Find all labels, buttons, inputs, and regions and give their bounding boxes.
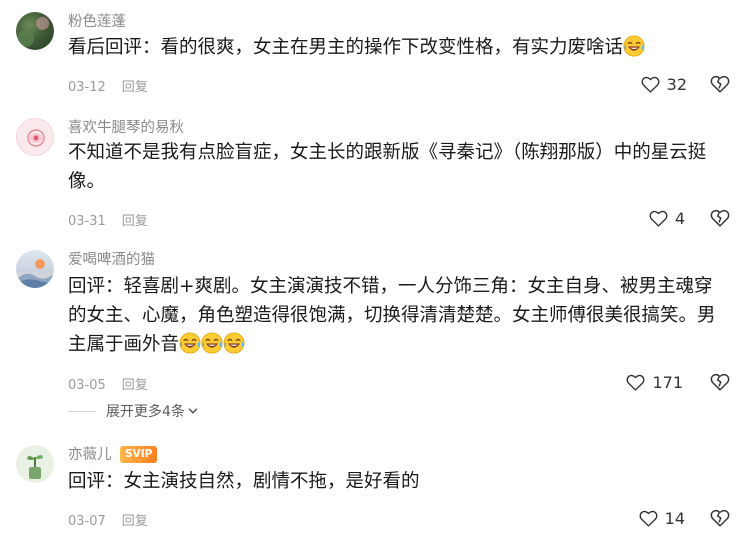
reply-button[interactable]: 回复 [122, 214, 148, 229]
like-button[interactable]: 14 [638, 507, 685, 529]
comment-meta: 03-12 回复 [68, 76, 148, 95]
reply-button[interactable]: 回复 [122, 514, 148, 529]
like-button[interactable]: 4 [648, 207, 685, 229]
heart-outline-icon [625, 372, 646, 393]
comment-date: 03-12 [68, 80, 106, 95]
expand-divider [68, 411, 96, 412]
reply-button[interactable]: 回复 [122, 80, 148, 95]
laughing-tears-emoji-icon [223, 332, 245, 354]
like-count: 4 [674, 208, 685, 228]
flower-icon [27, 129, 45, 147]
like-count: 32 [666, 74, 687, 94]
comment-text: 回评：女主演技自然，剧情不拖，是好看的 [68, 467, 724, 496]
avatar[interactable] [16, 250, 54, 288]
like-count: 171 [652, 372, 683, 392]
username[interactable]: 粉色莲蓬 [68, 10, 126, 31]
landscape-icon [16, 259, 54, 288]
plant-icon [27, 455, 43, 479]
chevron-down-icon [188, 408, 198, 414]
broken-heart-icon[interactable] [709, 507, 731, 529]
comment-date: 03-31 [68, 214, 106, 229]
avatar[interactable] [16, 12, 54, 50]
comment-meta: 03-31 回复 [68, 210, 148, 229]
heart-outline-icon [648, 208, 669, 229]
comment-text: 回评：轻喜剧+爽剧。女主演演技不错，一人分饰三角：女主自身、被男主魂穿的女主、心… [68, 272, 724, 359]
laughing-tears-emoji-icon [201, 332, 223, 354]
comment-body: 回评：女主演技自然，剧情不拖，是好看的 [68, 471, 420, 492]
like-count: 14 [664, 508, 685, 528]
comment-item: 喜欢牛腿琴的易秋 不知道不是我有点脸盲症，女主长的跟新版《寻秦记》（陈翔那版）中… [0, 110, 747, 240]
reply-button[interactable]: 回复 [122, 378, 148, 393]
laughing-tears-emoji-icon [623, 35, 645, 57]
username[interactable]: 亦薇儿 [68, 443, 112, 464]
expand-label: 展开更多4条 [106, 404, 185, 420]
comment-date: 03-07 [68, 514, 106, 529]
broken-heart-icon[interactable] [709, 73, 731, 95]
heart-outline-icon [640, 74, 661, 95]
comment-body: 不知道不是我有点脸盲症，女主长的跟新版《寻秦记》（陈翔那版）中的星云挺像。 [68, 142, 707, 192]
comment-item: 爱喝啤酒的猫 回评：轻喜剧+爽剧。女主演演技不错，一人分饰三角：女主自身、被男主… [0, 240, 747, 435]
username[interactable]: 爱喝啤酒的猫 [68, 248, 155, 269]
expand-replies-button[interactable]: 展开更多4条 [106, 401, 199, 421]
like-button[interactable]: 32 [640, 73, 687, 95]
avatar[interactable] [16, 118, 54, 156]
comment-body: 看后回评：看的很爽，女主在男主的操作下改变性格，有实力废啥话 [68, 37, 624, 58]
comment-body: 回评：轻喜剧+爽剧。女主演演技不错，一人分饰三角：女主自身、被男主魂穿的女主、心… [68, 276, 716, 355]
laughing-tears-emoji-icon [179, 332, 201, 354]
comment-text: 看后回评：看的很爽，女主在男主的操作下改变性格，有实力废啥话 [68, 33, 724, 62]
broken-heart-icon[interactable] [709, 371, 731, 393]
comment-item: 粉色莲蓬 看后回评：看的很爽，女主在男主的操作下改变性格，有实力废啥话 03-1… [0, 0, 747, 110]
heart-outline-icon [638, 508, 659, 529]
comment-meta: 03-05 回复 [68, 374, 148, 393]
comment-meta: 03-07 回复 [68, 510, 148, 529]
svip-badge: SVIP [120, 446, 158, 463]
like-button[interactable]: 171 [625, 371, 683, 393]
username[interactable]: 喜欢牛腿琴的易秋 [68, 116, 184, 137]
comment-date: 03-05 [68, 378, 106, 393]
avatar[interactable] [16, 445, 54, 483]
broken-heart-icon[interactable] [709, 207, 731, 229]
comment-text: 不知道不是我有点脸盲症，女主长的跟新版《寻秦记》（陈翔那版）中的星云挺像。 [68, 138, 724, 196]
comment-item: 亦薇儿 SVIP 回评：女主演技自然，剧情不拖，是好看的 03-07 回复 14 [0, 435, 747, 542]
